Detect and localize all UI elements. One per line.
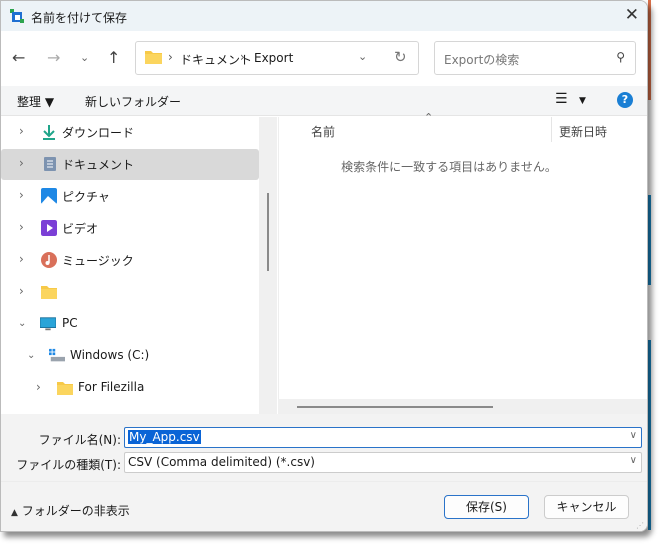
expand-chevron-icon[interactable]: ›: [19, 220, 24, 234]
breadcrumb-separator: ›: [168, 50, 173, 64]
navigation-pane: › ダウンロード › ドキュメント › ピクチャ › ビデオ › ミュージック …: [1, 117, 259, 414]
tree-item-for-filezilla[interactable]: › For Filezilla: [1, 373, 259, 404]
app-icon: [10, 9, 24, 23]
tree-item-label: ドキュメント: [62, 158, 135, 172]
toolbar: 整理 ▼ 新しいフォルダー ☰ ▼ ?: [1, 86, 647, 116]
hide-folders-label: フォルダーの非表示: [21, 504, 130, 518]
expand-chevron-icon[interactable]: ›: [19, 284, 24, 298]
sort-ascending-icon: ⌃: [424, 111, 434, 124]
tree-item-label: PC: [62, 316, 78, 330]
expand-chevron-icon[interactable]: ›: [19, 124, 24, 138]
pictures-icon: [41, 188, 57, 204]
forward-icon[interactable]: →: [47, 48, 60, 67]
pc-icon: [40, 317, 56, 331]
up-icon[interactable]: ↑: [107, 48, 120, 67]
background-window-edge: [648, 340, 651, 530]
tree-item-label: ミュージック: [62, 254, 134, 268]
tree-item-documents[interactable]: › ドキュメント: [1, 149, 259, 180]
refresh-icon[interactable]: ↻: [394, 48, 407, 66]
hide-folders-button[interactable]: ▲ フォルダーの非表示: [11, 502, 130, 519]
tree-item-windows-c[interactable]: ⌄ Windows (C:): [1, 341, 259, 372]
column-divider[interactable]: [551, 117, 552, 142]
folder-icon: [57, 382, 73, 395]
music-icon: [41, 252, 57, 268]
help-button[interactable]: ?: [617, 92, 633, 108]
cancel-button[interactable]: キャンセル: [544, 495, 629, 519]
file-list-scrollbar-thumb[interactable]: [297, 406, 493, 408]
navigation-scrollbar-thumb[interactable]: [267, 193, 269, 271]
tree-item-pictures[interactable]: › ピクチャ: [1, 181, 259, 212]
address-dropdown-icon[interactable]: ⌄: [358, 50, 367, 63]
filename-label: ファイル名(N):: [38, 433, 121, 447]
back-icon[interactable]: ←: [12, 48, 25, 67]
breadcrumb-separator: ›: [240, 50, 245, 64]
tree-item-pc[interactable]: ⌄ PC: [1, 309, 259, 340]
drive-icon: [49, 348, 65, 362]
tree-item-label: ビデオ: [62, 222, 99, 236]
chevron-up-icon: ▲: [11, 508, 18, 518]
documents-icon: [44, 157, 56, 171]
expand-chevron-icon[interactable]: ›: [19, 156, 24, 170]
breadcrumb-export[interactable]: Export: [254, 51, 293, 65]
tree-item-label: ピクチャ: [62, 190, 110, 204]
title-bar: 名前を付けて保存 ✕: [1, 1, 647, 31]
download-icon: [43, 125, 55, 140]
dialog-title: 名前を付けて保存: [31, 11, 128, 25]
close-button[interactable]: ✕: [625, 5, 639, 25]
recent-locations-chevron-icon[interactable]: ⌄: [80, 51, 89, 64]
file-type-label: ファイルの種類(T):: [16, 458, 121, 472]
new-folder-button[interactable]: 新しいフォルダー: [85, 93, 181, 110]
filename-input[interactable]: My_App.csv ∨: [124, 427, 642, 448]
videos-icon: [41, 220, 57, 236]
filename-dropdown-icon[interactable]: ∨: [630, 430, 637, 441]
background-window-edge: [648, 0, 651, 100]
folder-icon: [41, 286, 57, 299]
tree-item-label: Windows (C:): [70, 348, 150, 362]
save-as-dialog: 名前を付けて保存 ✕ ← → ⌄ ↑ › ドキュメント › Export ⌄ ↻…: [0, 0, 648, 532]
tree-item-folder[interactable]: ›: [1, 277, 259, 308]
tree-item-music[interactable]: › ミュージック: [1, 245, 259, 276]
view-dropdown-icon[interactable]: ▼: [579, 96, 586, 106]
search-icon: ⚲: [616, 50, 625, 64]
filename-value: My_App.csv: [128, 430, 201, 444]
column-header-name[interactable]: 名前: [311, 123, 335, 140]
address-bar[interactable]: › ドキュメント › Export ⌄ ↻: [135, 41, 419, 75]
column-header-date-modified[interactable]: 更新日時: [559, 123, 607, 140]
empty-message: 検索条件に一致する項目はありません。: [341, 160, 557, 174]
file-type-value: CSV (Comma delimited) (*.csv): [128, 455, 315, 469]
resize-grip-icon[interactable]: ⋰: [636, 521, 644, 530]
expand-chevron-icon[interactable]: ›: [19, 252, 24, 266]
expand-chevron-icon[interactable]: ›: [36, 380, 41, 394]
collapse-chevron-icon[interactable]: ⌄: [27, 350, 35, 361]
background-window-edge: [648, 195, 651, 285]
search-input[interactable]: Exportの検索 ⚲: [434, 41, 636, 75]
tree-item-label: ダウンロード: [62, 126, 135, 140]
view-options-icon[interactable]: ☰: [555, 91, 568, 107]
collapse-chevron-icon[interactable]: ⌄: [18, 318, 26, 329]
divider: [1, 481, 647, 482]
search-placeholder: Exportの検索: [444, 53, 520, 67]
file-type-select[interactable]: CSV (Comma delimited) (*.csv) ∨: [124, 452, 642, 473]
file-type-dropdown-icon[interactable]: ∨: [630, 455, 637, 466]
tree-item-label: For Filezilla: [78, 380, 145, 394]
expand-chevron-icon[interactable]: ›: [19, 188, 24, 202]
tree-item-videos[interactable]: › ビデオ: [1, 213, 259, 244]
tree-item-downloads[interactable]: › ダウンロード: [1, 117, 259, 148]
folder-icon: [145, 51, 162, 64]
file-list: ⌃ 名前 更新日時 検索条件に一致する項目はありません。: [278, 111, 647, 414]
save-button[interactable]: 保存(S): [444, 495, 529, 519]
organize-button[interactable]: 整理 ▼: [17, 93, 54, 110]
